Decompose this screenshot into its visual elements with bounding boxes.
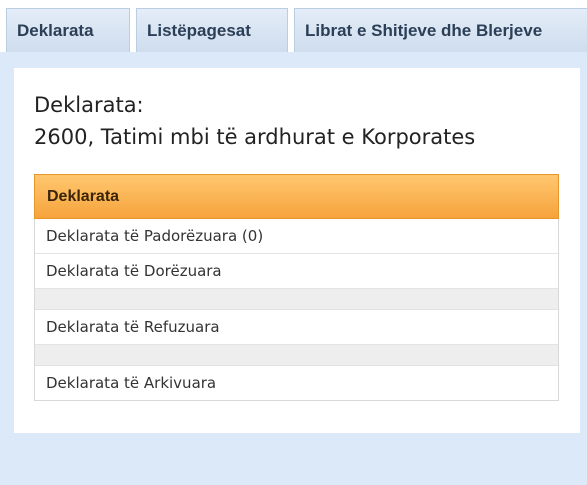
tab-listepagesat[interactable]: Listëpagesat [136, 8, 288, 52]
page-title: Deklarata: 2600, Tatimi mbi të ardhurat … [34, 89, 564, 153]
list-spacer [35, 289, 558, 310]
page-title-line-2: 2600, Tatimi mbi të ardhurat e Korporate… [34, 125, 476, 149]
list-item-archived[interactable]: Deklarata të Arkivuara [35, 366, 558, 400]
list-item-unsubmitted[interactable]: Deklarata të Padorëzuara (0) [35, 219, 558, 254]
declarations-header: Deklarata [34, 174, 559, 219]
tab-librat-e-shitjeve[interactable]: Librat e Shitjeve dhe Blerjeve [294, 8, 587, 52]
list-item-rejected[interactable]: Deklarata të Refuzuara [35, 310, 558, 345]
tab-bar: Deklarata Listëpagesat Librat e Shitjeve… [0, 0, 587, 54]
main-panel: Deklarata: 2600, Tatimi mbi të ardhurat … [14, 68, 580, 433]
list-item-submitted[interactable]: Deklarata të Dorëzuara [35, 254, 558, 289]
page-title-line-1: Deklarata: [34, 93, 144, 117]
tab-deklarata[interactable]: Deklarata [6, 8, 130, 52]
declarations-list: Deklarata Deklarata të Padorëzuara (0) D… [34, 174, 559, 401]
list-spacer [35, 345, 558, 366]
content-area: Deklarata: 2600, Tatimi mbi të ardhurat … [0, 52, 587, 485]
